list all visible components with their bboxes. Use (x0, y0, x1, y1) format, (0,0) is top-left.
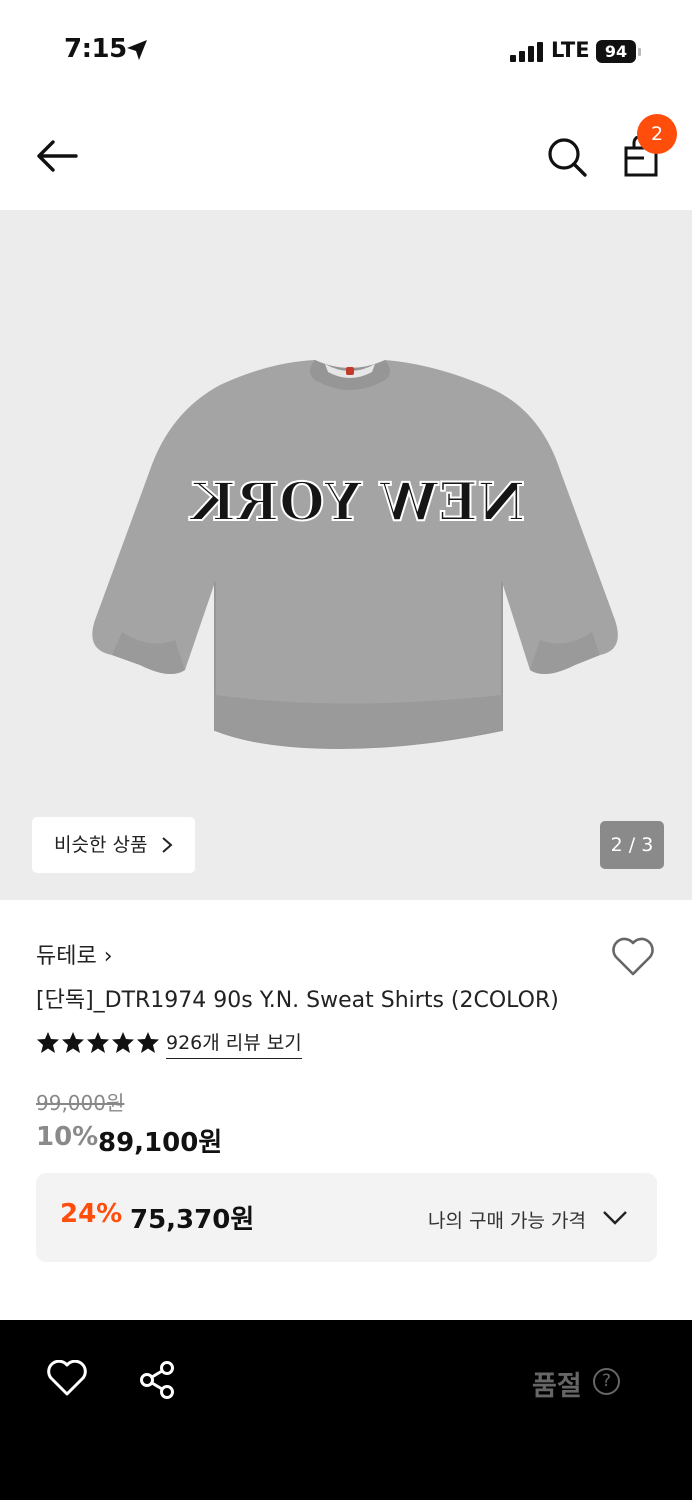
cart-count-badge: 2 (637, 114, 677, 154)
my-discount-rate: 24% (60, 1199, 123, 1229)
network-type: LTE (551, 38, 590, 62)
chevron-right-icon (162, 837, 173, 853)
my-price-label: 나의 구매 가능 가격 (428, 1210, 586, 1232)
brand-name: 듀테로 (36, 944, 97, 969)
my-price: 75,370원 (130, 1205, 255, 1235)
sale-price: 89,100원 (98, 1128, 223, 1158)
heart-icon[interactable] (46, 1360, 88, 1398)
my-price-dropdown[interactable]: 24% 75,370원 나의 구매 가능 가격 (36, 1173, 657, 1262)
battery-icon: 94 (596, 40, 644, 63)
signal-icon (510, 42, 543, 62)
heart-icon[interactable] (610, 936, 656, 978)
location-arrow-icon (127, 40, 147, 60)
status-bar: 7:15 LTE 94 (0, 0, 692, 100)
back-arrow-icon[interactable] (34, 136, 80, 176)
header (0, 100, 692, 210)
product-title: [단독]_DTR1974 90s Y.N. Sweat Shirts (2COL… (36, 988, 559, 1013)
search-icon[interactable] (546, 136, 588, 178)
original-price: 99,000원 (36, 1091, 125, 1115)
sold-out-label: 품절 (532, 1371, 582, 1402)
status-time: 7:15 (64, 34, 127, 64)
product-image: NEW YORK (92, 360, 618, 750)
svg-text:NEW YORK: NEW YORK (189, 472, 525, 533)
bottom-action-bar: 품절 ? (0, 1320, 692, 1500)
review-link[interactable]: 926개 리뷰 보기 (166, 1028, 302, 1059)
image-page-indicator: 2 / 3 (600, 821, 664, 869)
brand-chevron: › (103, 944, 113, 969)
rating-stars (37, 1032, 159, 1053)
discount-rate: 10% (36, 1122, 99, 1152)
brand-link[interactable]: 듀테로 › (36, 938, 113, 970)
similar-products-button[interactable]: 비슷한 상품 (32, 817, 195, 873)
similar-products-label: 비슷한 상품 (54, 834, 148, 856)
chevron-down-icon (603, 1211, 627, 1225)
help-icon[interactable]: ? (593, 1368, 620, 1395)
battery-level: 94 (596, 40, 636, 63)
product-image-gallery[interactable]: NEW YORK 비슷한 상품 2 / 3 (0, 210, 692, 900)
share-icon[interactable] (138, 1360, 178, 1400)
battery-cap (638, 48, 641, 56)
